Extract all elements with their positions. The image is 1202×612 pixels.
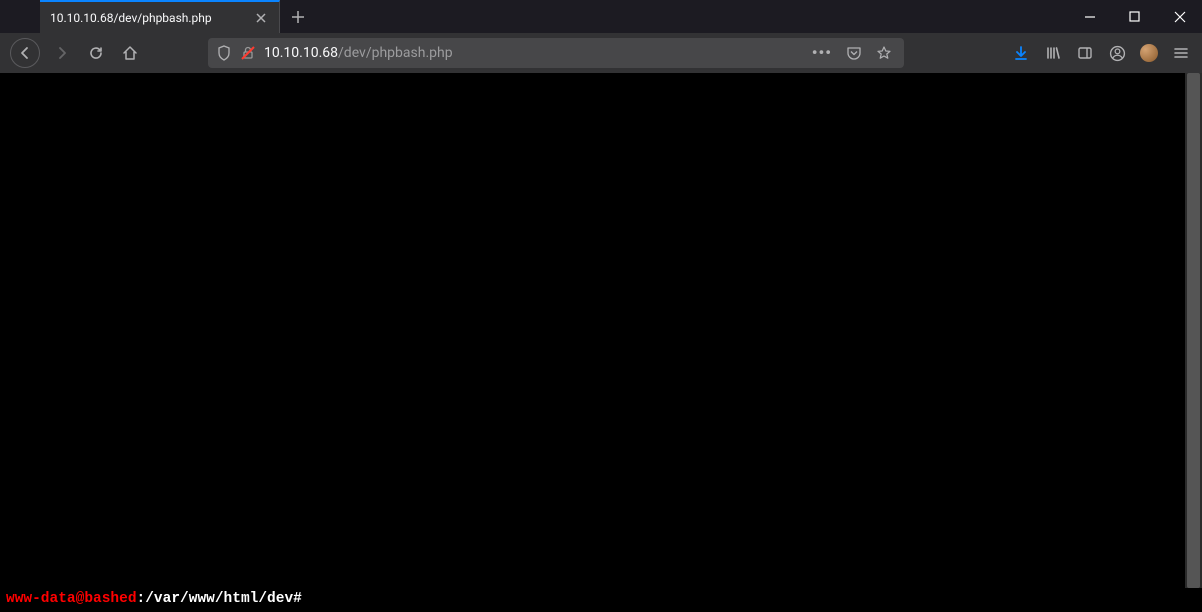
scrollbar-thumb[interactable]	[1187, 73, 1200, 588]
bookmark-star-icon[interactable]	[876, 45, 892, 61]
url-bar-actions: •••	[812, 45, 896, 61]
new-tab-button[interactable]	[280, 0, 316, 33]
extension-button[interactable]	[1134, 37, 1164, 69]
home-button[interactable]	[114, 37, 146, 69]
url-path: /dev/phpbash.php	[338, 45, 453, 61]
downloads-button[interactable]	[1006, 37, 1036, 69]
url-bar[interactable]: 10.10.10.68/dev/phpbash.php •••	[208, 38, 904, 68]
account-button[interactable]	[1102, 37, 1132, 69]
url-text[interactable]: 10.10.10.68/dev/phpbash.php	[264, 45, 804, 61]
tab-title: 10.10.10.68/dev/phpbash.php	[50, 11, 245, 25]
menu-button[interactable]	[1166, 37, 1196, 69]
right-toolbar	[966, 37, 1196, 69]
close-icon[interactable]	[253, 10, 269, 26]
terminal-output[interactable]	[0, 73, 1202, 591]
window-close-button[interactable]	[1157, 0, 1202, 33]
minimize-button[interactable]	[1067, 0, 1112, 33]
prompt-user-host: www-data@bashed	[6, 591, 137, 607]
forward-button[interactable]	[46, 37, 78, 69]
reload-button[interactable]	[80, 37, 112, 69]
prompt-sign: #	[293, 591, 302, 607]
url-bar-container: 10.10.10.68/dev/phpbash.php •••	[208, 38, 904, 68]
shell-prompt[interactable]: www-data@bashed:/var/www/html/dev#	[0, 591, 1202, 612]
page-actions-icon[interactable]: •••	[812, 49, 832, 57]
prompt-colon: :	[137, 591, 146, 607]
nav-toolbar: 10.10.10.68/dev/phpbash.php •••	[0, 33, 1202, 73]
shield-icon[interactable]	[216, 45, 232, 61]
sidebar-button[interactable]	[1070, 37, 1100, 69]
tab-bar: 10.10.10.68/dev/phpbash.php	[0, 0, 1202, 33]
window-controls	[1067, 0, 1202, 33]
url-host: 10.10.10.68	[264, 45, 338, 61]
page-content: www-data@bashed:/var/www/html/dev#	[0, 73, 1202, 612]
back-button[interactable]	[10, 38, 40, 68]
insecure-connection-icon[interactable]	[240, 45, 256, 61]
pocket-icon[interactable]	[846, 45, 862, 61]
scrollbar[interactable]	[1185, 73, 1202, 588]
prompt-path: /var/www/html/dev	[145, 591, 293, 607]
tab-spacer	[0, 0, 40, 33]
maximize-button[interactable]	[1112, 0, 1157, 33]
library-button[interactable]	[1038, 37, 1068, 69]
browser-tab[interactable]: 10.10.10.68/dev/phpbash.php	[40, 0, 280, 33]
palette-icon	[1140, 44, 1158, 62]
